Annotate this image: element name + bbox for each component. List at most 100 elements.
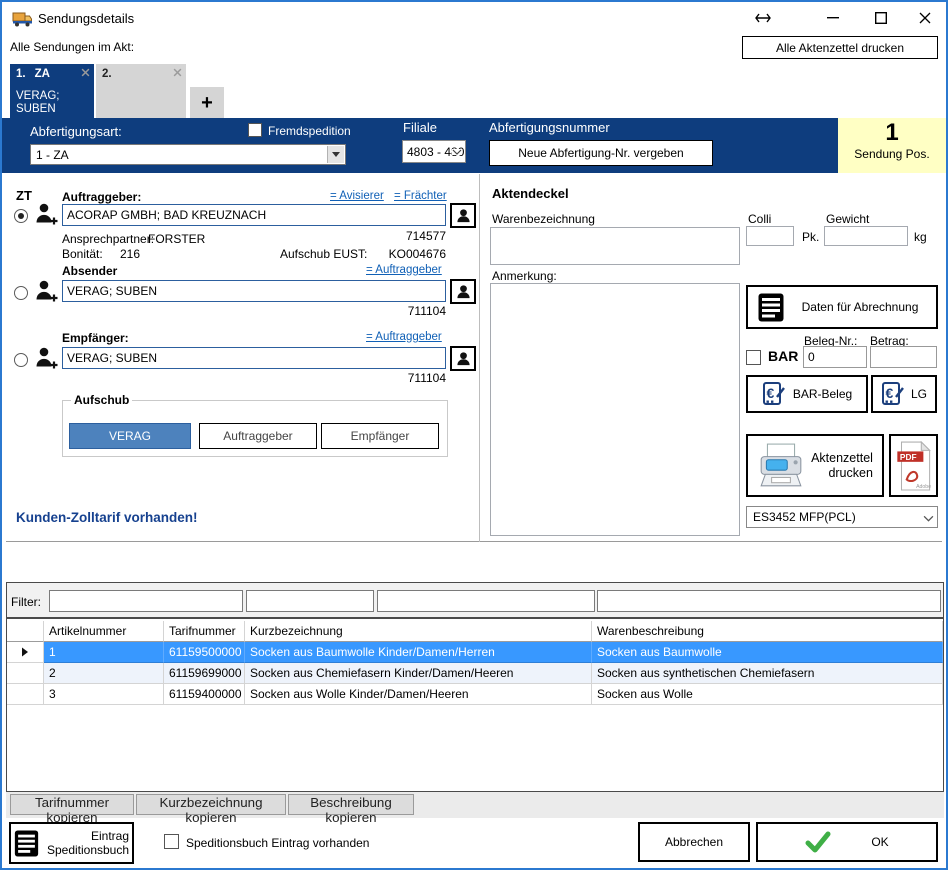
aufschub-auftraggeber-button[interactable]: Auftraggeber	[199, 423, 317, 449]
empfaenger-input[interactable]	[62, 347, 446, 369]
cell-artikelnummer[interactable]: 2	[44, 663, 164, 684]
filter-label: Filter:	[11, 595, 41, 609]
cell-artikelnummer[interactable]: 3	[44, 684, 164, 705]
shipment-tab-1[interactable]: 1.ZA VERAG; SUBEN	[10, 64, 94, 119]
printer-select[interactable]: ES3452 MFP(PCL)	[746, 506, 938, 528]
empfaenger-auftraggeber-link[interactable]: = Auftraggeber	[366, 331, 442, 343]
cell-warenbeschreibung[interactable]: Socken aus Baumwolle	[592, 642, 943, 663]
cell-kurzbezeichnung[interactable]: Socken aus Wolle Kinder/Damen/Heeren	[245, 684, 592, 705]
zt-label: ZT	[16, 188, 32, 203]
column-header-artikelnummer[interactable]: Artikelnummer	[44, 621, 164, 642]
fremdspedition-checkbox[interactable]	[248, 123, 262, 137]
beleg-nr-input[interactable]	[803, 346, 867, 368]
bonitaet-label: Bonität:	[62, 247, 103, 261]
filter-input-2[interactable]	[246, 590, 374, 612]
cell-kurzbezeichnung[interactable]: Socken aus Chemiefasern Kinder/Damen/Hee…	[245, 663, 592, 684]
person-add-icon[interactable]	[35, 279, 58, 304]
aktenzettel-drucken-button[interactable]: Aktenzetteldrucken	[746, 434, 884, 497]
absender-auftraggeber-link[interactable]: = Auftraggeber	[366, 264, 442, 276]
auftraggeber-input[interactable]	[62, 204, 446, 226]
dropdown-arrow-icon[interactable]	[327, 146, 344, 163]
aufschub-verag-button[interactable]: VERAG	[69, 423, 191, 449]
row-selector-header	[7, 621, 44, 642]
table-row[interactable]: 1 61159500000 Socken aus Baumwolle Kinde…	[7, 642, 943, 663]
filiale-select[interactable]: 4803 - 480	[402, 140, 466, 163]
column-header-kurzbezeichnung[interactable]: Kurzbezeichnung	[245, 621, 592, 642]
cell-tarifnummer[interactable]: 61159699000	[164, 663, 245, 684]
gewicht-input[interactable]	[824, 226, 908, 246]
cell-warenbeschreibung[interactable]: Socken aus Wolle	[592, 684, 943, 705]
minimize-button[interactable]	[820, 8, 846, 28]
row-selector-cell[interactable]	[7, 642, 44, 663]
table-row[interactable]: 2 61159699000 Socken aus Chemiefasern Ki…	[7, 663, 943, 684]
speditionsbuch-checkbox[interactable]	[164, 834, 179, 849]
abfertigungsart-label: Abfertigungsart:	[30, 124, 122, 139]
contact-lookup-button[interactable]	[450, 346, 476, 371]
betrag-input[interactable]	[870, 346, 937, 368]
avisierer-link[interactable]: = Avisierer	[330, 190, 384, 202]
lg-button[interactable]: € LG	[871, 375, 937, 413]
resize-icon[interactable]	[750, 8, 776, 28]
filiale-label: Filiale	[403, 120, 437, 135]
cell-tarifnummer[interactable]: 61159500000	[164, 642, 245, 663]
tab-line2: VERAG;	[16, 90, 59, 102]
abfertigungsart-value: 1 - ZA	[36, 148, 69, 162]
svg-text:€: €	[766, 385, 774, 401]
filter-input-1[interactable]	[49, 590, 243, 612]
column-header-warenbeschreibung[interactable]: Warenbeschreibung	[592, 621, 943, 642]
copy-kurzbezeichnung-button[interactable]: Kurzbezeichnung kopieren	[136, 794, 286, 815]
row-selector-cell[interactable]	[7, 663, 44, 684]
absender-number: 711104	[382, 304, 446, 318]
svg-text:€: €	[885, 385, 893, 401]
cell-artikelnummer[interactable]: 1	[44, 642, 164, 663]
auftraggeber-label: Auftraggeber:	[62, 190, 141, 204]
cell-warenbeschreibung[interactable]: Socken aus synthetischen Chemiefasern	[592, 663, 943, 684]
filter-input-4[interactable]	[597, 590, 941, 612]
bar-label: BAR	[768, 348, 798, 364]
doc-lines-icon	[14, 830, 39, 857]
chevron-down-icon	[452, 149, 462, 155]
copy-tarifnummer-button[interactable]: Tarifnummer kopieren	[10, 794, 134, 815]
euro-doc-icon: €	[881, 381, 905, 407]
daten-abrechnung-button[interactable]: Daten für Abrechnung	[746, 285, 938, 329]
contact-lookup-button[interactable]	[450, 203, 476, 228]
fraechter-link[interactable]: = Frächter	[394, 190, 447, 202]
tab-close-icon[interactable]	[173, 68, 182, 77]
ok-button[interactable]: OK	[756, 822, 938, 862]
shipment-tab-2[interactable]: 2.	[96, 64, 186, 119]
row-selector-cell[interactable]	[7, 684, 44, 705]
print-all-aktenzettel-button[interactable]: Alle Aktenzettel drucken	[742, 36, 938, 59]
anmerkung-textarea[interactable]	[490, 283, 740, 536]
tab-close-icon[interactable]	[81, 68, 90, 77]
sendung-pos-label: Sendung Pos.	[838, 147, 946, 161]
cell-tarifnummer[interactable]: 61159400000	[164, 684, 245, 705]
contact-lookup-button[interactable]	[450, 279, 476, 304]
eintrag-speditionsbuch-button[interactable]: EintragSpeditionsbuch	[9, 822, 134, 864]
column-header-tarifnummer[interactable]: Tarifnummer	[164, 621, 245, 642]
colli-input[interactable]	[746, 226, 794, 246]
copy-beschreibung-button[interactable]: Beschreibung kopieren	[288, 794, 414, 815]
absender-radio[interactable]	[14, 286, 28, 300]
bar-checkbox[interactable]	[746, 350, 761, 365]
close-button[interactable]	[912, 8, 938, 28]
warenbezeichnung-label: Warenbezeichnung	[492, 212, 595, 226]
pdf-export-button[interactable]: PDFAdobe	[889, 434, 938, 497]
absender-input[interactable]	[62, 280, 446, 302]
bar-beleg-button[interactable]: € BAR-Beleg	[746, 375, 868, 413]
empfaenger-radio[interactable]	[14, 353, 28, 367]
cell-kurzbezeichnung[interactable]: Socken aus Baumwolle Kinder/Damen/Herren	[245, 642, 592, 663]
abfertigungsart-dropdown[interactable]: 1 - ZA	[30, 144, 346, 165]
neue-abfertigungsnr-button[interactable]: Neue Abfertigung-Nr. vergeben	[489, 140, 713, 166]
abbrechen-button[interactable]: Abbrechen	[638, 822, 750, 862]
table-row[interactable]: 3 61159400000 Socken aus Wolle Kinder/Da…	[7, 684, 943, 705]
auftraggeber-radio[interactable]	[14, 209, 28, 223]
warenbezeichnung-textarea[interactable]	[490, 227, 740, 265]
filter-input-3[interactable]	[377, 590, 595, 612]
article-table: Filter: Artikelnummer Tarifnummer Kurzbe…	[6, 582, 944, 792]
maximize-button[interactable]	[868, 8, 894, 28]
add-shipment-tab-button[interactable]: +	[190, 87, 224, 119]
aufschub-empfaenger-button[interactable]: Empfänger	[321, 423, 439, 449]
person-add-icon[interactable]	[35, 346, 58, 371]
person-add-icon[interactable]	[35, 202, 58, 227]
panel-divider	[479, 174, 480, 542]
